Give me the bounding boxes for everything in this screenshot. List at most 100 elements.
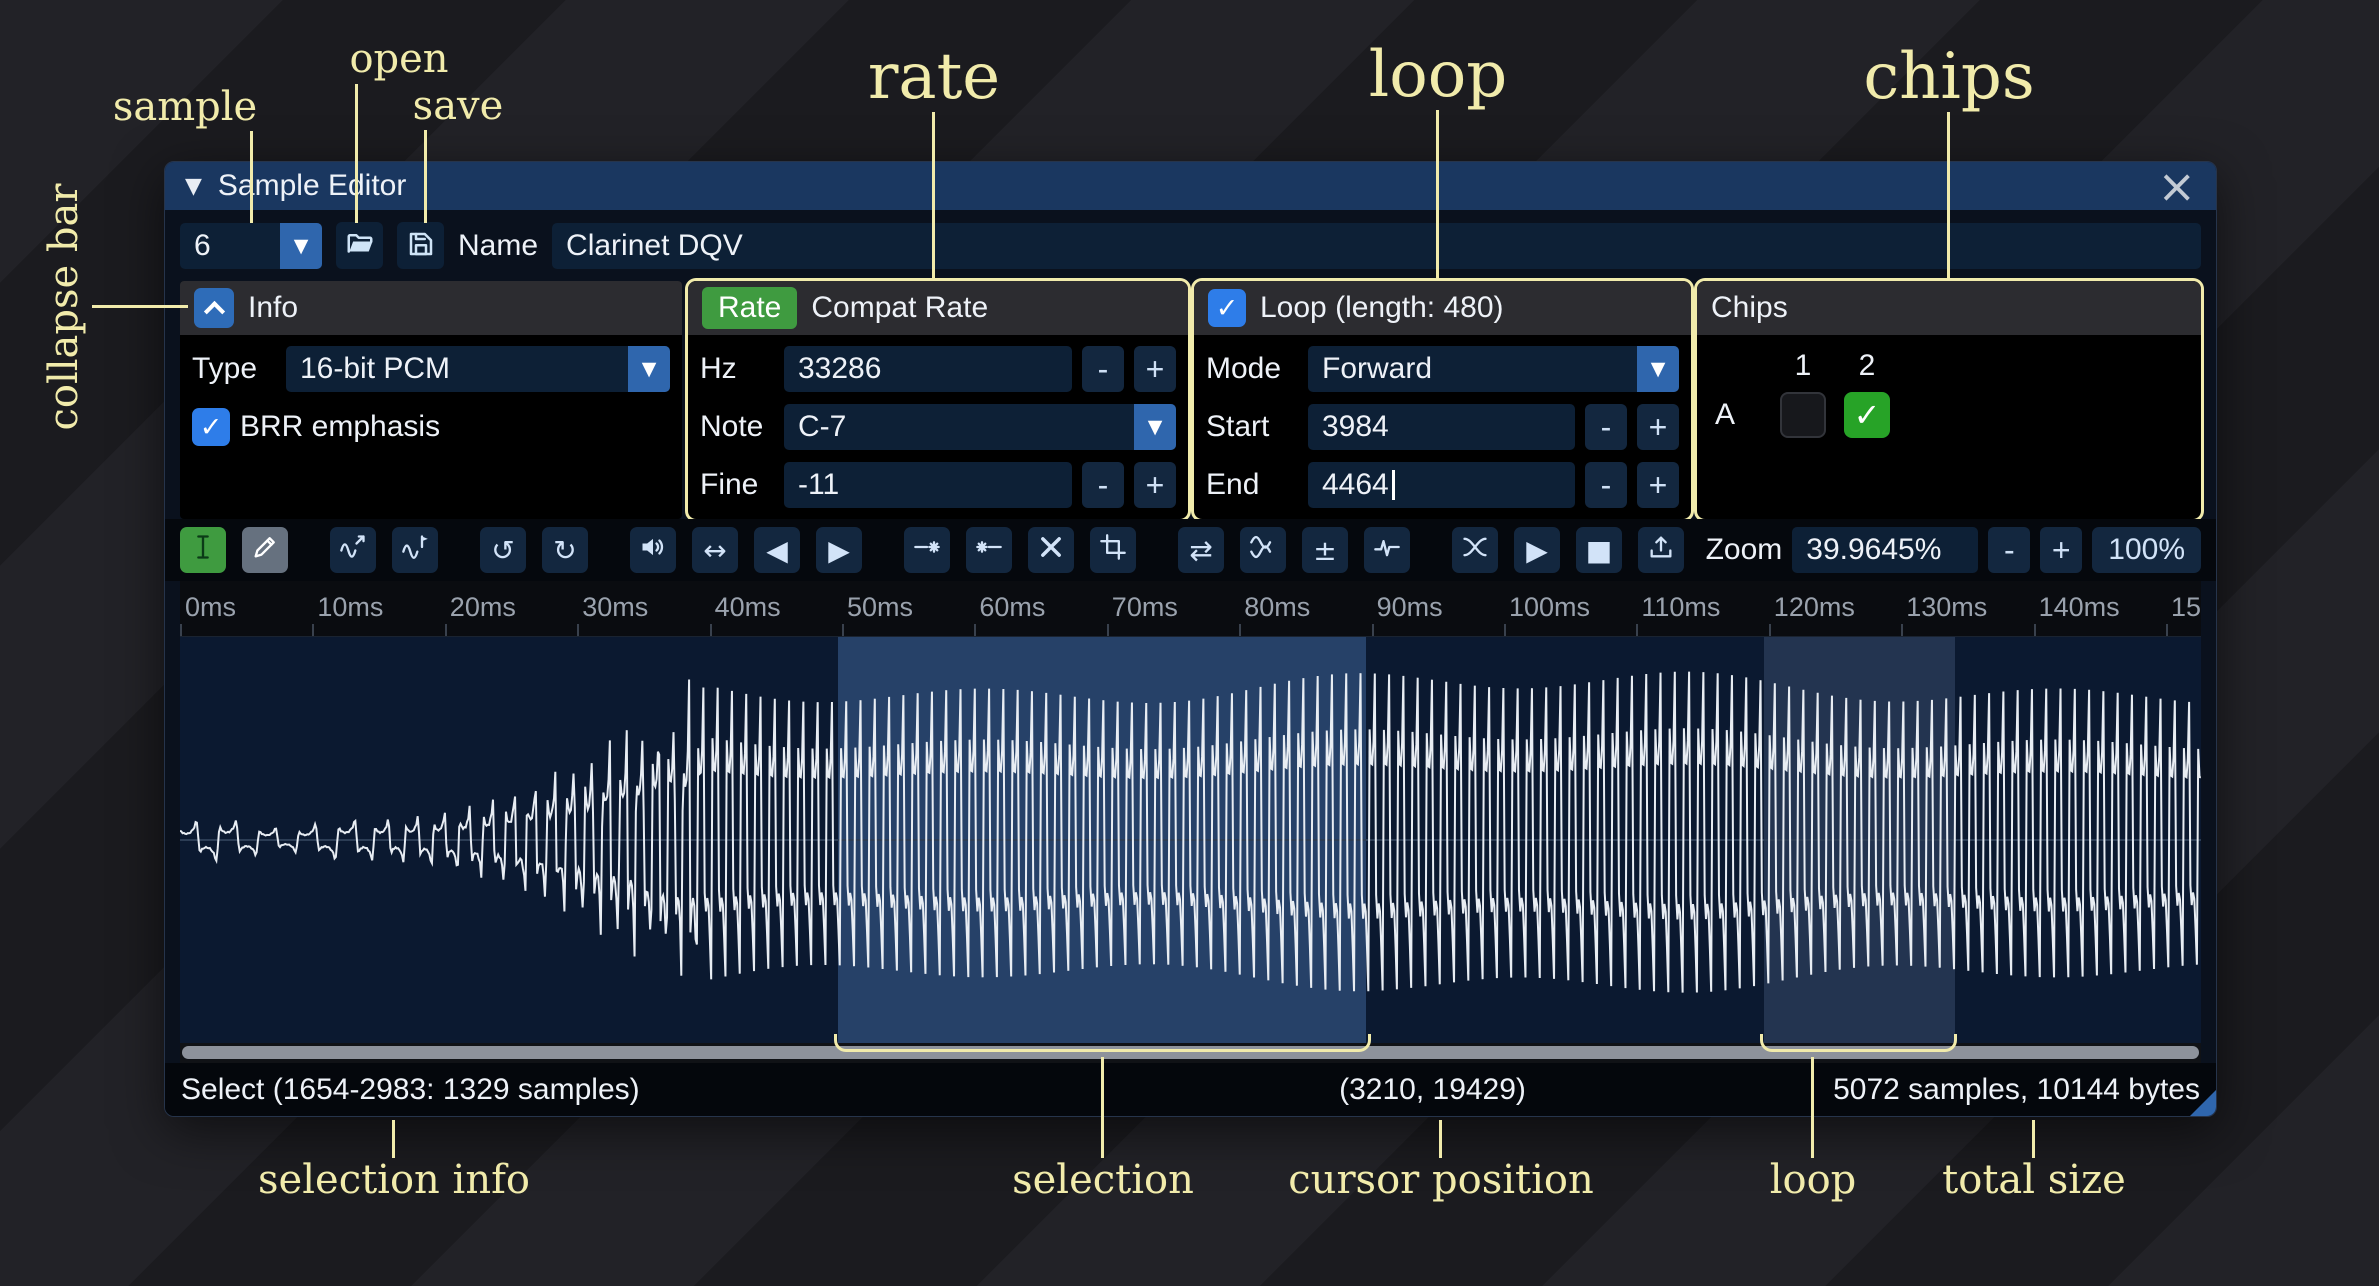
fade-in-button[interactable]: ◀ (754, 527, 800, 573)
trim-button[interactable] (1090, 527, 1136, 573)
sign-invert-button[interactable]: ± (1302, 527, 1348, 573)
selection-info-text: Select (1654-2983: 1329 samples) (181, 1073, 640, 1107)
resize-button[interactable] (330, 527, 376, 573)
chevron-down-icon[interactable]: ▼ (1134, 404, 1176, 450)
select-mode-button[interactable] (180, 527, 226, 573)
zoom-input[interactable]: 39.9645% (1792, 527, 1978, 573)
apply-silence-button[interactable] (966, 527, 1012, 573)
note-dropdown[interactable]: C-7 ▼ (784, 404, 1176, 450)
brr-emphasis-checkbox[interactable]: ✓ (192, 408, 230, 446)
normalize-button[interactable]: ↔ (692, 527, 738, 573)
annotation-rate: rate (868, 40, 1000, 114)
chevron-down-icon[interactable]: ▼ (280, 223, 322, 269)
fine-value: -11 (798, 468, 839, 502)
timeline-label: 10ms (317, 592, 383, 623)
plus-minus-icon: ± (1313, 534, 1336, 567)
total-size-text: 5072 samples, 10144 bytes (1833, 1073, 2200, 1107)
titlebar[interactable]: ▼ Sample Editor × (165, 162, 2216, 210)
annotation-selection-info: selection info (258, 1157, 530, 1203)
fine-input[interactable]: -11 (784, 462, 1072, 508)
wave-flag-icon (401, 533, 429, 568)
timeline-tick (445, 624, 447, 636)
timeline-label: 30ms (582, 592, 648, 623)
chip-a2-checkbox[interactable]: ✓ (1844, 392, 1890, 438)
redo-icon: ↻ (553, 534, 576, 567)
waveform-area[interactable] (180, 637, 2201, 1043)
hz-input[interactable]: 33286 (784, 346, 1072, 392)
loop-end-input[interactable]: 4464 (1308, 462, 1575, 508)
hz-minus-button[interactable]: - (1082, 346, 1124, 392)
fine-minus-button[interactable]: - (1082, 462, 1124, 508)
timeline-tick (180, 624, 182, 636)
loop-start-label: Start (1206, 410, 1298, 444)
info-panel: Info Type 16-bit PCM ▼ ✓ BRR emphasis (180, 281, 682, 519)
fade-out-button[interactable]: ▶ (816, 527, 862, 573)
undo-button[interactable]: ↺ (480, 527, 526, 573)
undo-icon: ↺ (491, 534, 514, 567)
reverse-button[interactable]: ⇄ (1178, 527, 1224, 573)
crossfade-button[interactable] (1452, 527, 1498, 573)
window-collapse-icon[interactable]: ▼ (185, 174, 202, 199)
controls-row: 6 ▼ Name Clarinet DQV (165, 210, 2216, 281)
loop-end-minus-button[interactable]: - (1585, 462, 1627, 508)
loop-mode-dropdown[interactable]: Forward ▼ (1308, 346, 1679, 392)
timeline-tick (1107, 624, 1109, 636)
loop-enable-checkbox[interactable]: ✓ (1208, 289, 1246, 327)
annotation-collapse-bar: collapse bar (41, 183, 87, 430)
loop-panel-title: Loop (length: 480) (1260, 291, 1504, 325)
line-star-icon (913, 533, 941, 568)
chevron-up-icon (203, 301, 224, 322)
make-wavetable-button[interactable] (1638, 527, 1684, 573)
info-collapse-button[interactable] (194, 288, 234, 328)
fine-label: Fine (700, 468, 774, 502)
rate-panel: Rate Compat Rate Hz 33286 - + Note (688, 281, 1188, 519)
save-button[interactable] (397, 222, 444, 269)
mode-label: Mode (1206, 352, 1298, 386)
zoom-in-button[interactable]: + (2040, 527, 2082, 573)
resample-button[interactable] (392, 527, 438, 573)
sample-selector[interactable]: 6 ▼ (180, 223, 322, 269)
resize-grip[interactable] (2190, 1090, 2216, 1116)
annotation-line-save (424, 130, 427, 223)
insert-silence-button[interactable] (904, 527, 950, 573)
filter-button[interactable] (1364, 527, 1410, 573)
arrows-horizontal-icon: ↔ (703, 534, 726, 567)
zoom-out-button[interactable]: - (1988, 527, 2030, 573)
delete-button[interactable] (1028, 527, 1074, 573)
preview-stop-button[interactable]: ■ (1576, 527, 1622, 573)
timeline-tick (2166, 624, 2168, 636)
annotation-line-selection-info (392, 1120, 395, 1158)
amplify-button[interactable] (630, 527, 676, 573)
loop-start-input[interactable]: 3984 (1308, 404, 1575, 450)
fine-plus-button[interactable]: + (1134, 462, 1176, 508)
panels-row: Info Type 16-bit PCM ▼ ✓ BRR emphasis (165, 281, 2216, 519)
chip-a1-checkbox[interactable] (1780, 392, 1826, 438)
type-label: Type (192, 352, 276, 386)
loop-start-minus-button[interactable]: - (1585, 404, 1627, 450)
hz-label: Hz (700, 352, 774, 386)
loop-end-plus-button[interactable]: + (1637, 462, 1679, 508)
loop-start-plus-button[interactable]: + (1637, 404, 1679, 450)
name-input[interactable]: Clarinet DQV (552, 223, 2201, 269)
preview-play-button[interactable]: ▶ (1514, 527, 1560, 573)
redo-button[interactable]: ↻ (542, 527, 588, 573)
chevron-down-icon[interactable]: ▼ (628, 346, 670, 392)
timeline-tick (710, 624, 712, 636)
annotation-chips: chips (1863, 40, 2034, 114)
rate-badge[interactable]: Rate (702, 287, 797, 329)
crossing-curves-icon (1461, 533, 1489, 568)
open-button[interactable] (336, 222, 383, 269)
draw-mode-button[interactable] (242, 527, 288, 573)
zoom-label: Zoom (1706, 533, 1783, 567)
chevron-down-icon[interactable]: ▼ (1637, 346, 1679, 392)
zoom-reset-button[interactable]: 100% (2092, 527, 2201, 573)
invert-button[interactable] (1240, 527, 1286, 573)
timeline-tick (842, 624, 844, 636)
sample-type-dropdown[interactable]: 16-bit PCM ▼ (286, 346, 670, 392)
annotation-selection: selection (1012, 1157, 1194, 1203)
close-icon[interactable]: × (2157, 163, 2196, 209)
hz-plus-button[interactable]: + (1134, 346, 1176, 392)
annotation-line-open (355, 84, 358, 223)
loop-start-value: 3984 (1322, 410, 1389, 444)
stop-icon: ■ (1586, 534, 1612, 567)
